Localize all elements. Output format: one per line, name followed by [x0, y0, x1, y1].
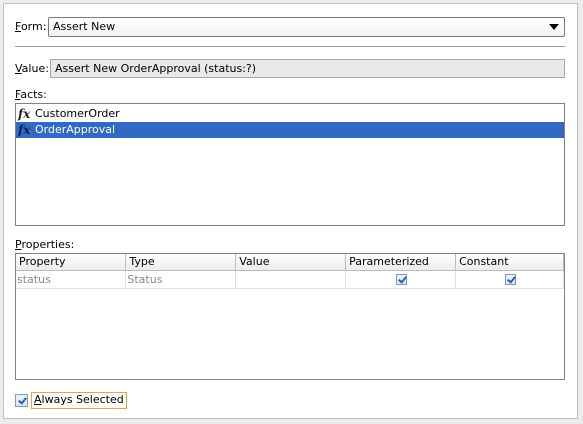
fact-item-orderapproval[interactable]: fx OrderApproval — [16, 122, 564, 138]
facts-label: Facts: — [15, 88, 47, 101]
properties-table: Property Type Value Parameterized Consta… — [15, 253, 565, 380]
separator — [15, 46, 565, 47]
properties-header-row: Property Type Value Parameterized Consta… — [16, 254, 564, 271]
value-label: Value: — [15, 62, 49, 75]
form-dropdown[interactable]: Assert New — [48, 17, 565, 37]
cell-value[interactable] — [235, 270, 347, 289]
chevron-down-icon[interactable] — [549, 24, 559, 30]
column-header-value[interactable]: Value — [235, 254, 347, 271]
value-text: Assert New OrderApproval (status:?) — [55, 62, 257, 75]
constant-checkbox[interactable] — [504, 274, 516, 285]
always-selected-checkbox[interactable] — [15, 394, 28, 407]
cell-parameterized — [345, 270, 457, 289]
function-icon: fx — [18, 123, 31, 137]
cell-constant — [455, 270, 564, 289]
cell-property: status — [16, 270, 127, 289]
fact-item-label: OrderApproval — [35, 123, 116, 136]
properties-label: Properties: — [15, 238, 75, 251]
cell-type: Status — [125, 270, 237, 289]
column-header-constant[interactable]: Constant — [455, 254, 564, 271]
parameterized-checkbox[interactable] — [395, 274, 407, 285]
column-header-type[interactable]: Type — [125, 254, 237, 271]
form-label: Form: — [15, 20, 47, 33]
always-selected-label[interactable]: Always Selected — [31, 392, 127, 409]
column-header-property[interactable]: Property — [16, 254, 127, 271]
column-header-parameterized[interactable]: Parameterized — [345, 254, 457, 271]
table-row[interactable]: status Status — [16, 270, 564, 289]
facts-list[interactable]: fx CustomerOrder fx OrderApproval — [15, 103, 565, 226]
fact-item-label: CustomerOrder — [35, 107, 120, 120]
form-dropdown-value: Assert New — [53, 20, 116, 33]
function-icon: fx — [18, 107, 31, 121]
value-field: Assert New OrderApproval (status:?) — [50, 59, 565, 78]
fact-item-customerorder[interactable]: fx CustomerOrder — [16, 106, 564, 122]
